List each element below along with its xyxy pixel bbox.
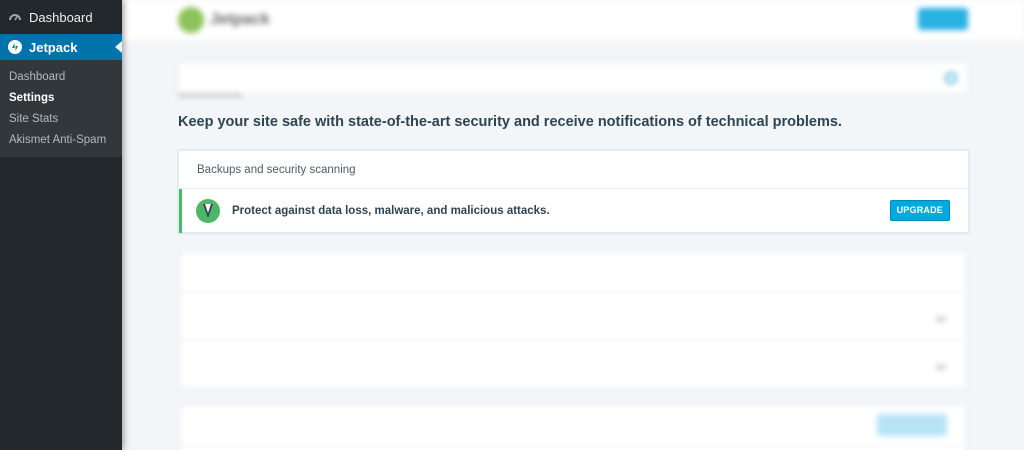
dashboard-icon: [8, 10, 22, 24]
jetpack-logo-icon: [178, 7, 204, 33]
chevron-down-icon[interactable]: [935, 311, 947, 323]
card-row[interactable]: [181, 293, 965, 341]
chevron-down-icon[interactable]: [935, 359, 947, 371]
search-icon[interactable]: [945, 72, 957, 84]
masthead-button[interactable]: [918, 8, 968, 30]
active-indicator: [115, 41, 122, 53]
card-header: [181, 406, 965, 446]
submenu-item-akismet[interactable]: Akismet Anti-Spam: [0, 130, 122, 151]
sidebar-item-dashboard[interactable]: Dashboard: [0, 0, 122, 34]
masthead: Jetpack: [122, 0, 1024, 40]
active-tab-underline: [178, 94, 242, 97]
security-headline: Keep your site safe with state-of-the-ar…: [178, 114, 842, 130]
upgrade-button[interactable]: UPGRADE: [889, 200, 950, 221]
vaultpress-icon: [196, 199, 220, 223]
sidebar-item-label: Dashboard: [29, 9, 93, 25]
downtime-card: [180, 252, 966, 390]
banner-text: Protect against data loss, malware, and …: [232, 205, 550, 217]
jetpack-submenu: Dashboard Settings Site Stats Akismet An…: [0, 60, 122, 157]
sidebar-item-label: Jetpack: [29, 39, 78, 55]
spam-card: [180, 405, 966, 450]
card-button[interactable]: [877, 414, 947, 436]
settings-tabs: [178, 62, 968, 94]
logo-text: Jetpack: [210, 11, 270, 28]
submenu-item-site-stats[interactable]: Site Stats: [0, 109, 122, 130]
backup-card: Backups and security scanning Protect ag…: [178, 150, 969, 233]
submenu-item-dashboard[interactable]: Dashboard: [0, 67, 122, 88]
card-banner: Protect against data loss, malware, and …: [179, 189, 968, 233]
jetpack-logo: Jetpack: [178, 7, 270, 33]
admin-sidebar: Dashboard Jetpack Dashboard Settings Sit…: [0, 0, 122, 450]
jetpack-icon: [8, 40, 22, 54]
card-title: Backups and security scanning: [179, 151, 968, 189]
sidebar-item-jetpack[interactable]: Jetpack: [0, 34, 122, 60]
card-link-row[interactable]: [181, 341, 965, 389]
submenu-item-settings[interactable]: Settings: [0, 88, 122, 109]
card-header: [181, 253, 965, 293]
